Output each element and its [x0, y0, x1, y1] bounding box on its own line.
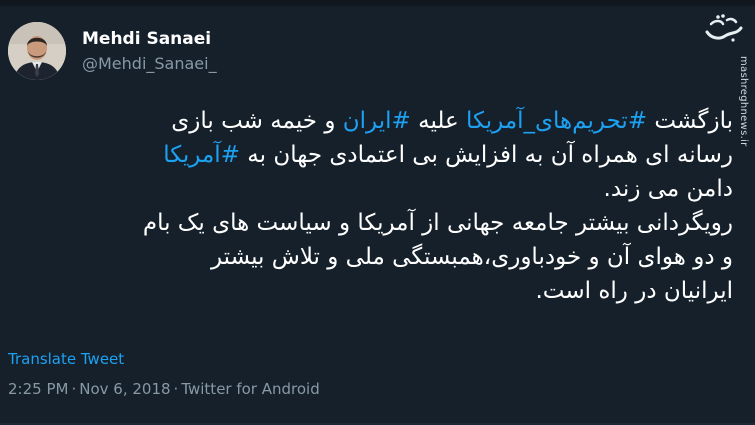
avatar-photo-icon: [8, 22, 66, 80]
tweet-text-segment: بازگشت: [647, 108, 733, 134]
tweet-line: بازگشت #تحریم‌های_آمریکا علیه #ایران و خ…: [8, 104, 733, 138]
watermark-site: mashreghnews.ir: [738, 56, 749, 147]
tweet-line: رسانه ای همراه آن به افزایش بی اعتمادی ج…: [8, 138, 733, 172]
meta-separator: ·: [71, 380, 77, 398]
handle[interactable]: @Mehdi_Sanaei_: [82, 53, 482, 75]
tweet-time[interactable]: 2:25 PM: [8, 380, 68, 398]
tweet-line: رویگردانی بیشتر جامعه جهانی از آمریکا و …: [8, 206, 733, 240]
tweet-date[interactable]: Nov 6, 2018: [79, 380, 170, 398]
hashtag-link[interactable]: #آمریکا: [163, 142, 240, 168]
tweet-text-segment: رسانه ای همراه آن به افزایش بی اعتمادی ج…: [239, 142, 733, 168]
display-name[interactable]: Mehdi Sanaei: [82, 28, 482, 50]
tweet-text-segment: و خیمه شب بازی: [171, 108, 343, 134]
tweet-meta: 2:25 PM · Nov 6, 2018 · Twitter for Android: [8, 380, 320, 398]
tweet-line: و دو هوای آن و خودباوری،همبستگی ملی و تل…: [8, 240, 733, 274]
tweet-line: دامن می زند.: [8, 172, 733, 206]
tweet-text-segment: دامن می زند.: [603, 176, 733, 202]
tweet-text-segment: رویگردانی بیشتر جامعه جهانی از آمریکا و …: [142, 210, 733, 236]
meta-separator: ·: [173, 380, 179, 398]
tweet-text-segment: ایرانیان در راه است.: [535, 278, 734, 304]
tweet-text-segment: علیه: [410, 108, 467, 134]
hashtag-link[interactable]: #ایران: [343, 108, 411, 134]
tweet-text: بازگشت #تحریم‌های_آمریکا علیه #ایران و خ…: [8, 104, 733, 308]
translate-tweet-link[interactable]: Translate Tweet: [8, 350, 124, 368]
tweet-line: ایرانیان در راه است.: [8, 274, 734, 308]
tweet-source[interactable]: Twitter for Android: [181, 380, 319, 398]
mashregh-logo-icon: [705, 14, 743, 42]
top-divider: [0, 0, 755, 6]
avatar[interactable]: [8, 22, 66, 80]
author-block: Mehdi Sanaei @Mehdi_Sanaei_: [82, 28, 482, 75]
hashtag-link[interactable]: #تحریم‌های_آمریکا: [466, 108, 647, 134]
tweet-card: Mehdi Sanaei @Mehdi_Sanaei_ mashreghnews…: [0, 0, 755, 425]
tweet-text-segment: و دو هوای آن و خودباوری،همبستگی ملی و تل…: [210, 244, 733, 270]
